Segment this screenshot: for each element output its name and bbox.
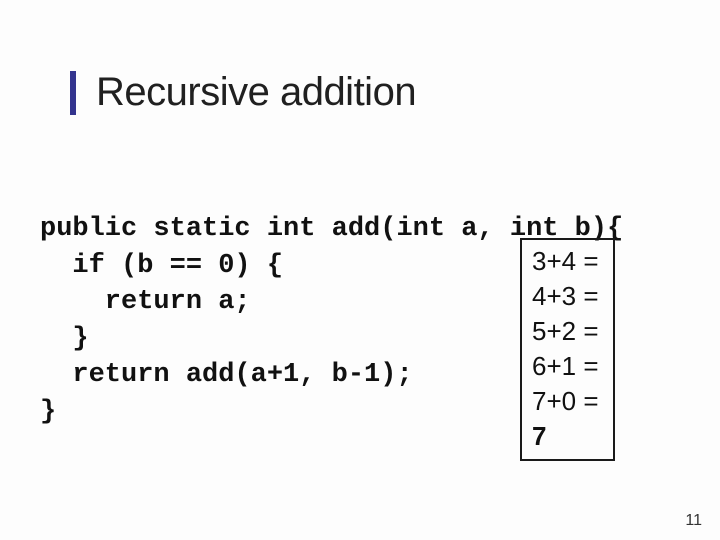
- slide-title-block: Recursive addition: [70, 70, 416, 115]
- trace-step: 5+2 =: [532, 314, 599, 349]
- code-line: if (b == 0) {: [40, 251, 283, 281]
- trace-step: 6+1 =: [532, 349, 599, 384]
- slide-title: Recursive addition: [96, 70, 416, 115]
- page-number: 11: [685, 512, 702, 530]
- code-line: }: [40, 324, 89, 354]
- trace-step: 3+4 =: [532, 244, 599, 279]
- trace-step: 4+3 =: [532, 279, 599, 314]
- code-line: return add(a+1, b-1);: [40, 360, 413, 390]
- trace-box: 3+4 = 4+3 = 5+2 = 6+1 = 7+0 = 7: [520, 238, 615, 461]
- code-line: return a;: [40, 287, 251, 317]
- trace-step: 7+0 =: [532, 384, 599, 419]
- title-accent-bar: [70, 71, 76, 115]
- trace-result: 7: [532, 419, 599, 454]
- code-line: }: [40, 397, 56, 427]
